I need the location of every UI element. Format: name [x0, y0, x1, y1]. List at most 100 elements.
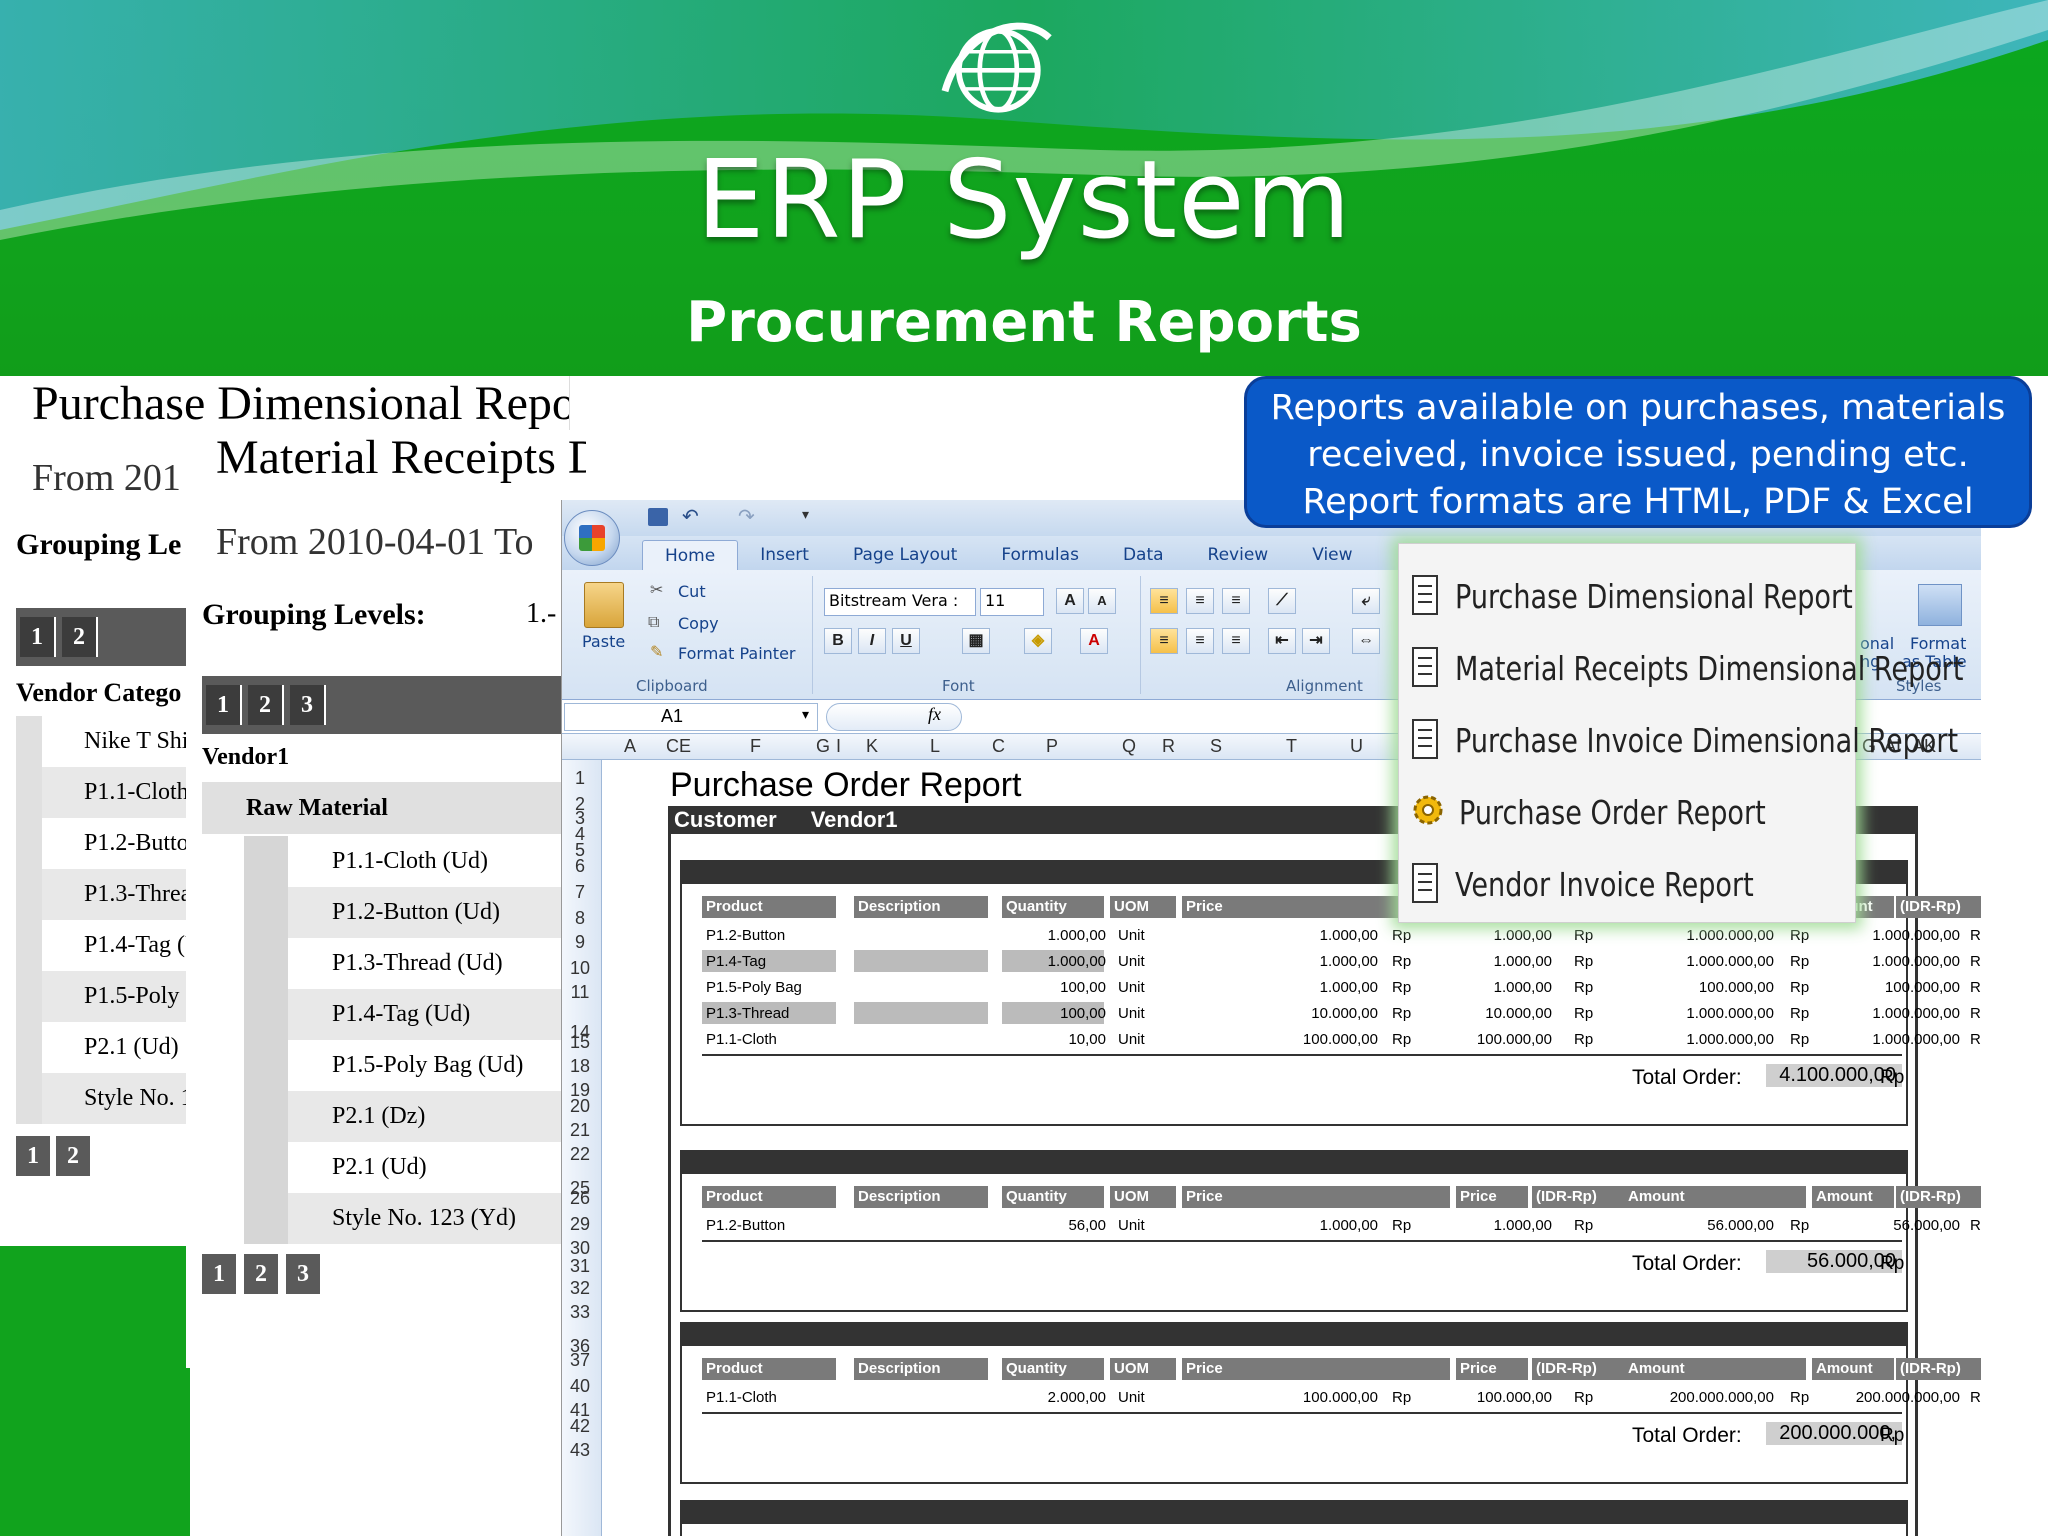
row-header[interactable]: 26: [562, 1188, 598, 1209]
chevron-down-icon[interactable]: ▾: [802, 706, 809, 723]
list-item: P1.4-Tag (Ud): [244, 989, 584, 1040]
row-header[interactable]: 11: [562, 982, 598, 1003]
tab-formulas[interactable]: Formulas: [979, 540, 1101, 570]
row-header[interactable]: 37: [562, 1350, 598, 1371]
column-header[interactable]: CE: [666, 736, 691, 757]
level-button[interactable]: 2: [56, 1136, 92, 1176]
border-icon[interactable]: ▦: [962, 628, 990, 654]
tab-insert[interactable]: Insert: [738, 540, 831, 570]
undo-icon[interactable]: ↶: [682, 504, 699, 529]
cut-button[interactable]: Cut: [678, 582, 706, 601]
row-header[interactable]: 32: [562, 1278, 598, 1299]
align-center-icon[interactable]: ≡: [1186, 628, 1214, 654]
column-header[interactable]: F: [750, 736, 761, 757]
wrap-text-icon[interactable]: ⤶: [1352, 588, 1380, 614]
row-header[interactable]: 20: [562, 1096, 598, 1117]
tab-review[interactable]: Review: [1186, 540, 1291, 570]
column-header[interactable]: U: [1350, 736, 1363, 757]
row-header[interactable]: 6: [562, 856, 598, 877]
menu-item-purchase-invoice[interactable]: Purchase Invoice Dimensional Report: [1411, 710, 2048, 770]
row-header[interactable]: 1: [562, 768, 598, 789]
copy-button[interactable]: Copy: [678, 614, 719, 633]
row-header[interactable]: 29: [562, 1214, 598, 1235]
table-cell: Rp: [1790, 953, 1810, 970]
table-header: (IDR-Rp): [1896, 896, 1981, 918]
column-header[interactable]: A: [624, 736, 636, 757]
row-header[interactable]: 21: [562, 1120, 598, 1141]
table-header: Description: [854, 896, 988, 918]
menu-item-vendor-invoice[interactable]: Vendor Invoice Report: [1411, 854, 1819, 914]
row-header[interactable]: 15: [562, 1032, 598, 1053]
tab-home[interactable]: Home: [642, 540, 739, 570]
table-cell: Rp: [1574, 953, 1594, 970]
column-header[interactable]: R: [1162, 736, 1175, 757]
row-header[interactable]: 22: [562, 1144, 598, 1165]
level-button[interactable]: 1: [20, 617, 56, 657]
level-button[interactable]: 2: [244, 1254, 280, 1294]
orientation-icon[interactable]: ⟋: [1268, 588, 1296, 614]
tab-view[interactable]: View: [1290, 540, 1374, 570]
redo-icon[interactable]: ↷: [738, 504, 755, 529]
align-right-icon[interactable]: ≡: [1222, 628, 1250, 654]
align-left-icon[interactable]: ≡: [1150, 628, 1178, 654]
level-button[interactable]: 2: [248, 685, 284, 725]
document-icon: [1412, 647, 1438, 687]
row-header[interactable]: 18: [562, 1056, 598, 1077]
merge-icon[interactable]: ⇔: [1352, 628, 1380, 654]
font-size-box[interactable]: 11: [980, 588, 1044, 616]
name-box[interactable]: A1: [564, 703, 818, 731]
column-header[interactable]: Q: [1122, 736, 1136, 757]
column-header[interactable]: G: [816, 736, 830, 757]
level-button[interactable]: 3: [286, 1254, 322, 1294]
tab-data[interactable]: Data: [1101, 540, 1186, 570]
grow-font-icon[interactable]: A: [1056, 588, 1084, 614]
italic-icon[interactable]: I: [858, 628, 886, 654]
column-header[interactable]: S: [1210, 736, 1222, 757]
increase-indent-icon[interactable]: ⇥: [1302, 628, 1330, 654]
tab-page-layout[interactable]: Page Layout: [831, 540, 979, 570]
row-header[interactable]: 7: [562, 882, 598, 903]
decrease-indent-icon[interactable]: ⇤: [1268, 628, 1296, 654]
chevron-down-icon[interactable]: ▾: [802, 506, 809, 523]
column-header[interactable]: P: [1046, 736, 1058, 757]
table-cell: 10.000,00: [1311, 1005, 1378, 1022]
row-header[interactable]: 31: [562, 1256, 598, 1277]
align-top-icon[interactable]: ≡: [1150, 588, 1178, 614]
format-painter-button[interactable]: Format Painter: [678, 644, 795, 663]
fx-icon[interactable]: fx: [928, 704, 941, 725]
level-button[interactable]: 1: [202, 1254, 238, 1294]
customer-name: Vendor1: [810, 807, 898, 832]
row-header[interactable]: 8: [562, 908, 598, 929]
total-order-label: Total Order:: [1632, 1424, 1742, 1447]
row-header[interactable]: 40: [562, 1376, 598, 1397]
row-header[interactable]: 33: [562, 1302, 598, 1323]
level-button[interactable]: 3: [290, 685, 326, 725]
font-color-icon[interactable]: A: [1080, 628, 1108, 654]
column-header[interactable]: T: [1286, 736, 1297, 757]
row-header[interactable]: 42: [562, 1416, 598, 1437]
menu-item-purchase-order[interactable]: Purchase Order Report: [1411, 782, 1833, 842]
fill-color-icon[interactable]: ◈: [1024, 628, 1052, 654]
row-header[interactable]: 9: [562, 932, 598, 953]
level-button[interactable]: 1: [16, 1136, 52, 1176]
row-header[interactable]: 43: [562, 1440, 598, 1461]
align-bottom-icon[interactable]: ≡: [1222, 588, 1250, 614]
font-name-box[interactable]: Bitstream Vera :: [824, 588, 976, 616]
align-middle-icon[interactable]: ≡: [1186, 588, 1214, 614]
column-header[interactable]: I: [836, 736, 841, 757]
menu-item-purchase-dimensional[interactable]: Purchase Dimensional Report: [1411, 566, 1940, 626]
bold-icon[interactable]: B: [824, 628, 852, 654]
paste-icon[interactable]: [584, 582, 624, 628]
column-header[interactable]: C: [992, 736, 1005, 757]
row-header[interactable]: 10: [562, 958, 598, 979]
save-icon[interactable]: [648, 508, 668, 526]
underline-icon[interactable]: U: [892, 628, 920, 654]
paste-button[interactable]: Paste: [582, 632, 625, 651]
office-button[interactable]: [564, 510, 620, 566]
shrink-font-icon[interactable]: A: [1088, 588, 1116, 614]
level-button[interactable]: 2: [62, 617, 98, 657]
level-button[interactable]: 1: [206, 685, 242, 725]
column-header[interactable]: L: [930, 736, 940, 757]
column-header[interactable]: K: [866, 736, 878, 757]
menu-item-material-receipts[interactable]: Material Receipts Dimensional Report: [1411, 638, 2048, 698]
